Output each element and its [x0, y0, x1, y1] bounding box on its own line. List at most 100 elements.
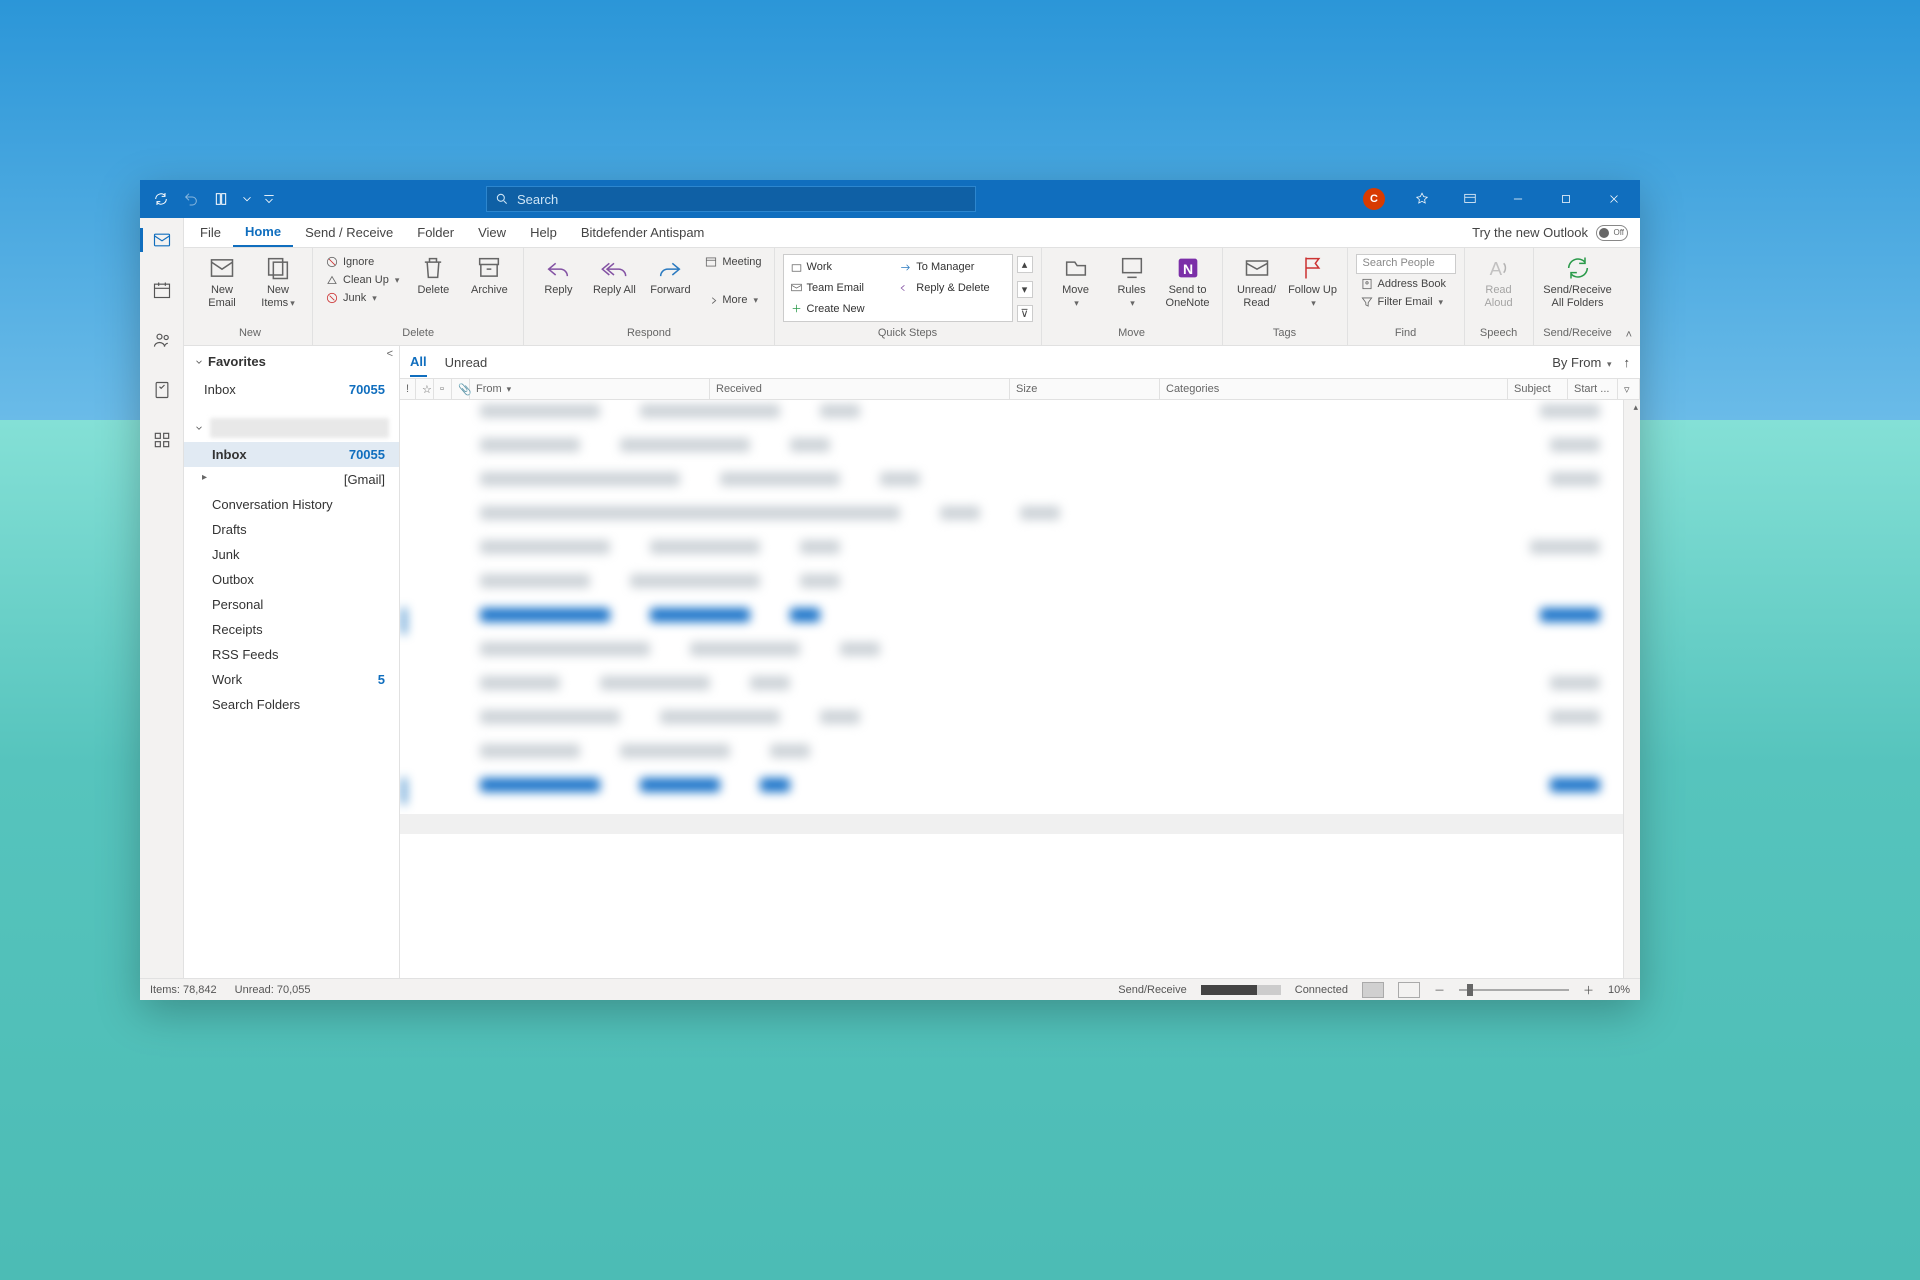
ribbon-collapse-icon[interactable]: ˄: [1626, 329, 1632, 341]
folder-gmail[interactable]: ▸ [Gmail]: [184, 467, 399, 492]
message-row[interactable]: [410, 710, 1630, 740]
ignore-button[interactable]: Ignore: [321, 254, 403, 270]
send-to-onenote-button[interactable]: NSend to OneNote: [1162, 252, 1214, 310]
rail-calendar-icon[interactable]: [140, 274, 184, 306]
col-received[interactable]: Received: [710, 379, 1010, 399]
forward-button[interactable]: Forward: [644, 252, 696, 297]
folder-drafts[interactable]: Drafts: [184, 517, 399, 542]
zoom-slider[interactable]: [1459, 989, 1569, 991]
tab-view[interactable]: View: [466, 218, 518, 247]
filter-all[interactable]: All: [410, 348, 427, 377]
quickstep-reply-delete[interactable]: Reply & Delete: [895, 278, 1005, 299]
sort-direction-icon[interactable]: ↑: [1624, 355, 1631, 370]
rail-more-icon[interactable]: [140, 424, 184, 456]
tab-home[interactable]: Home: [233, 218, 293, 247]
follow-up-button[interactable]: Follow Up▾: [1287, 252, 1339, 310]
view-reading-button[interactable]: [1398, 982, 1420, 998]
filter-email-button[interactable]: Filter Email▾: [1356, 294, 1456, 310]
folder-junk[interactable]: Junk: [184, 542, 399, 567]
folder-pane-collapse-icon[interactable]: <: [387, 348, 393, 360]
col-importance-icon[interactable]: !: [400, 379, 416, 399]
col-subject[interactable]: Subject: [1508, 379, 1568, 399]
zoom-out-button[interactable]: －: [1434, 982, 1445, 998]
account-name-redacted[interactable]: [210, 418, 389, 438]
folder-conversation-history[interactable]: Conversation History: [184, 492, 399, 517]
try-new-outlook-toggle[interactable]: Off: [1596, 225, 1628, 241]
junk-button[interactable]: Junk▾: [321, 290, 403, 306]
customize-qat-icon[interactable]: [262, 188, 276, 210]
message-row-unread[interactable]: [410, 778, 1630, 808]
col-from[interactable]: From ▾: [470, 379, 710, 399]
tab-help[interactable]: Help: [518, 218, 569, 247]
message-row[interactable]: [410, 574, 1630, 604]
message-row[interactable]: [410, 472, 1630, 502]
quickstep-to-manager[interactable]: To Manager: [895, 257, 1005, 278]
folder-search-folders[interactable]: Search Folders: [184, 692, 399, 717]
qat-dropdown-icon[interactable]: [240, 188, 254, 210]
clean-up-button[interactable]: Clean Up▾: [321, 272, 403, 288]
folder-rss-feeds[interactable]: RSS Feeds: [184, 642, 399, 667]
tab-file[interactable]: File: [188, 218, 233, 247]
account-avatar[interactable]: C: [1352, 180, 1396, 218]
col-size[interactable]: Size: [1010, 379, 1160, 399]
address-book-button[interactable]: Address Book: [1356, 276, 1456, 292]
zoom-in-button[interactable]: ＋: [1583, 982, 1594, 998]
folder-personal[interactable]: Personal: [184, 592, 399, 617]
quickstep-team-email[interactable]: Team Email: [786, 278, 896, 299]
search-people-input[interactable]: Search People: [1356, 254, 1456, 274]
rail-tasks-icon[interactable]: [140, 374, 184, 406]
col-start[interactable]: Start ...: [1568, 379, 1618, 399]
sync-icon[interactable]: [150, 188, 172, 210]
premium-icon[interactable]: [1400, 180, 1444, 218]
reply-button[interactable]: Reply: [532, 252, 584, 297]
message-row[interactable]: [410, 676, 1630, 706]
view-normal-button[interactable]: [1362, 982, 1384, 998]
new-email-button[interactable]: New Email: [196, 252, 248, 310]
close-button[interactable]: [1592, 180, 1636, 218]
message-row[interactable]: [410, 540, 1630, 570]
sort-by-from[interactable]: By From ▾: [1552, 355, 1611, 370]
col-categories[interactable]: Categories: [1160, 379, 1508, 399]
rules-button[interactable]: Rules▾: [1106, 252, 1158, 310]
delete-button[interactable]: Delete: [407, 252, 459, 297]
message-row-unread[interactable]: [410, 608, 1630, 638]
folder-inbox[interactable]: Inbox70055: [184, 442, 399, 467]
favorites-inbox[interactable]: Inbox70055: [184, 377, 399, 402]
rail-people-icon[interactable]: [140, 324, 184, 356]
tab-send-receive[interactable]: Send / Receive: [293, 218, 405, 247]
reply-all-button[interactable]: Reply All: [588, 252, 640, 297]
quickstep-work[interactable]: Work: [786, 257, 896, 278]
unread-read-button[interactable]: Unread/ Read: [1231, 252, 1283, 310]
col-icon[interactable]: ▫: [434, 379, 452, 399]
col-reminder-icon[interactable]: ☆: [416, 379, 434, 399]
move-button[interactable]: Move▾: [1050, 252, 1102, 310]
undo-icon[interactable]: [180, 188, 202, 210]
favorites-header[interactable]: Favorites: [184, 346, 399, 377]
quickstep-scroll-down[interactable]: ▾: [1017, 281, 1033, 298]
message-row[interactable]: [410, 506, 1630, 536]
quick-access-icon[interactable]: [210, 188, 232, 210]
new-items-button[interactable]: New Items▾: [252, 252, 304, 310]
message-row[interactable]: [410, 438, 1630, 468]
rail-mail-icon[interactable]: [140, 224, 184, 256]
quickstep-scroll-up[interactable]: ▴: [1017, 256, 1033, 273]
filter-unread[interactable]: Unread: [445, 349, 488, 376]
col-flag-icon[interactable]: ▿: [1618, 379, 1640, 399]
message-row[interactable]: [410, 744, 1630, 774]
folder-work[interactable]: Work5: [184, 667, 399, 692]
folder-receipts[interactable]: Receipts: [184, 617, 399, 642]
ribbon-display-icon[interactable]: [1448, 180, 1492, 218]
col-attachment-icon[interactable]: 📎: [452, 379, 470, 399]
tab-folder[interactable]: Folder: [405, 218, 466, 247]
search-input[interactable]: Search: [486, 186, 976, 212]
read-aloud-button[interactable]: ARead Aloud: [1473, 252, 1525, 310]
quickstep-create-new[interactable]: Create New: [786, 298, 896, 319]
maximize-button[interactable]: [1544, 180, 1588, 218]
more-respond-button[interactable]: More▾: [700, 292, 765, 308]
tab-bitdefender[interactable]: Bitdefender Antispam: [569, 218, 717, 247]
message-row[interactable]: [410, 642, 1630, 672]
send-receive-all-button[interactable]: Send/Receive All Folders: [1542, 252, 1614, 310]
zoom-percent[interactable]: 10%: [1608, 984, 1630, 996]
quickstep-expand[interactable]: ⊽: [1017, 305, 1033, 322]
folder-outbox[interactable]: Outbox: [184, 567, 399, 592]
